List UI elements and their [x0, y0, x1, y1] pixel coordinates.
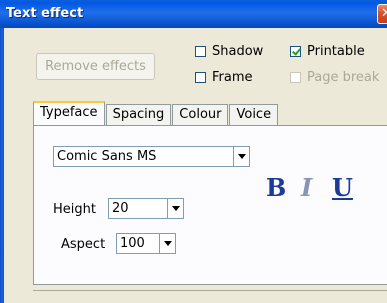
shadow-label: Shadow — [212, 44, 264, 59]
printable-label: Printable — [307, 44, 365, 59]
remove-effects-button[interactable]: Remove effects — [36, 53, 155, 80]
printable-checkbox[interactable]: Printable — [290, 44, 365, 59]
chevron-down-icon[interactable] — [233, 147, 249, 166]
frame-checkbox[interactable]: Frame — [195, 70, 253, 85]
font-select-value: Comic Sans MS — [57, 149, 157, 164]
close-button[interactable]: ✕ — [377, 4, 387, 24]
chevron-down-icon[interactable] — [167, 199, 183, 218]
panel-bottom-divider — [33, 290, 387, 291]
page-break-label: Page break — [307, 70, 380, 85]
height-select-value: 20 — [112, 201, 129, 216]
tab-colour[interactable]: Colour — [172, 104, 229, 126]
tab-spacing[interactable]: Spacing — [105, 104, 172, 126]
italic-button[interactable]: I — [301, 176, 312, 200]
height-select[interactable]: 20 — [108, 198, 184, 219]
aspect-select-value: 100 — [120, 236, 145, 251]
font-select[interactable]: Comic Sans MS — [53, 146, 250, 167]
tab-strip: Typeface Spacing Colour Voice — [33, 101, 279, 126]
page-break-checkbox[interactable]: Page break — [290, 70, 379, 85]
title-bar[interactable]: Text effect ✕ — [0, 0, 387, 28]
height-label: Height — [53, 202, 96, 217]
page-break-checkbox-box[interactable] — [290, 72, 301, 83]
tab-voice[interactable]: Voice — [229, 104, 279, 126]
chevron-down-icon[interactable] — [159, 234, 175, 253]
underline-button[interactable]: U — [332, 176, 353, 200]
window-title: Text effect — [6, 6, 84, 21]
window-left-border — [0, 28, 4, 303]
shadow-checkbox[interactable]: Shadow — [195, 44, 263, 59]
printable-checkbox-box[interactable] — [290, 46, 301, 57]
close-icon: ✕ — [381, 6, 387, 21]
frame-label: Frame — [212, 70, 253, 85]
frame-checkbox-box[interactable] — [195, 72, 206, 83]
text-effect-window: Text effect ✕ Remove effects Shadow Prin… — [0, 0, 387, 303]
tab-typeface[interactable]: Typeface — [33, 101, 105, 126]
bold-button[interactable]: B — [266, 176, 286, 200]
aspect-label: Aspect — [61, 237, 106, 252]
aspect-select[interactable]: 100 — [116, 233, 176, 254]
shadow-checkbox-box[interactable] — [195, 46, 206, 57]
